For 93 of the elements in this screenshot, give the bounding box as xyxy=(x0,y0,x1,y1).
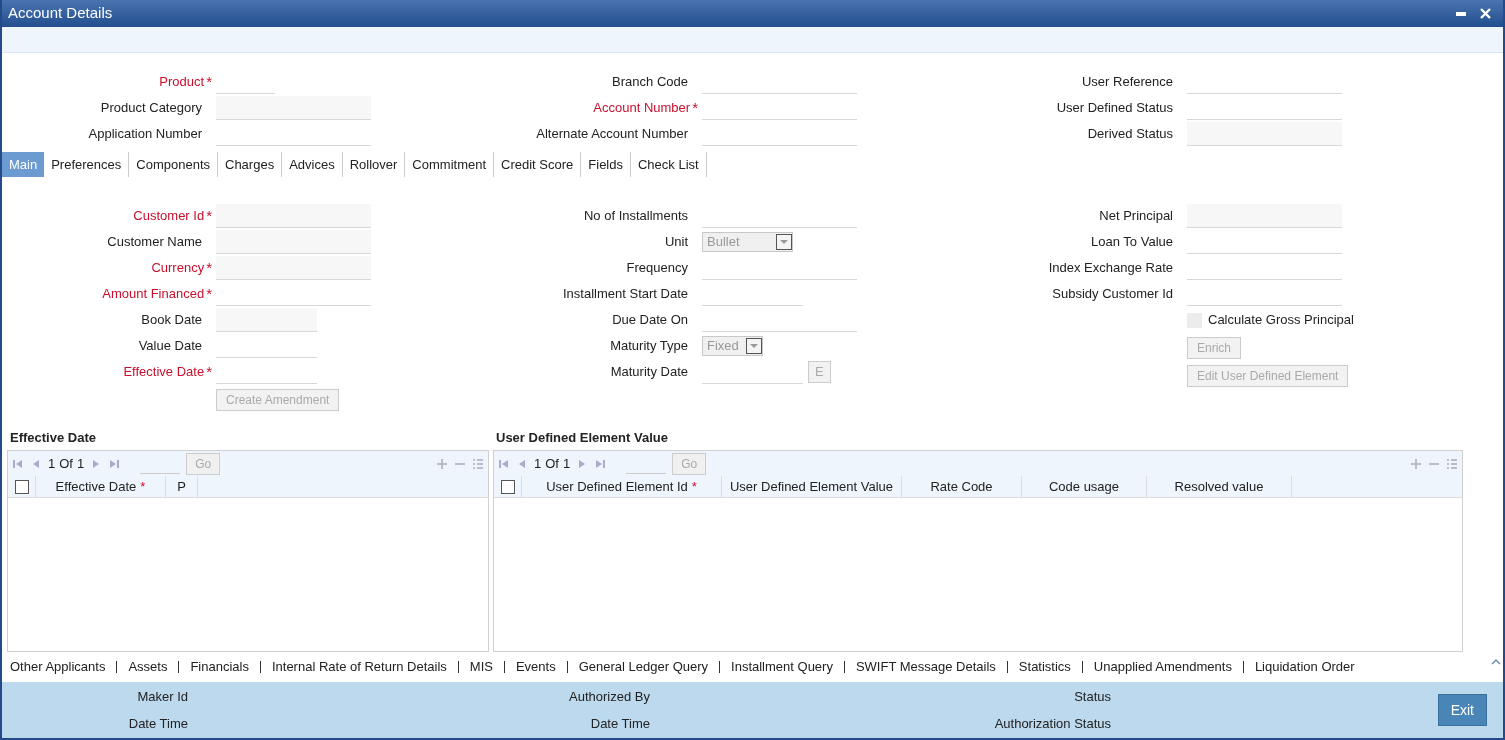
plus-icon[interactable] xyxy=(436,457,448,470)
field-label: Customer Id xyxy=(133,207,205,226)
column-header: Resolved value xyxy=(1174,477,1264,496)
first-page-icon[interactable] xyxy=(498,457,510,470)
column-header: User Defined Element Id xyxy=(546,477,688,496)
field-label: Unit xyxy=(664,233,688,252)
field-label: Book Date xyxy=(141,311,202,330)
page-total: 1 xyxy=(76,454,85,473)
footer-link[interactable]: Internal Rate of Return Details xyxy=(259,661,458,673)
window-title: Account Details xyxy=(8,3,113,24)
last-page-icon[interactable] xyxy=(108,457,121,470)
field-label: Product Category xyxy=(100,99,202,118)
footer-link[interactable]: Assets xyxy=(116,661,179,673)
field-label: Amount Financed xyxy=(102,285,205,304)
column-header: Effective Date xyxy=(55,477,137,496)
required-asterisk: * xyxy=(140,477,146,496)
field-label: Currency xyxy=(151,259,205,278)
page-number: 1 xyxy=(48,454,56,473)
field-label: Maturity Date xyxy=(610,363,688,382)
field-label: Due Date On xyxy=(612,311,688,330)
audit-label: Authorized By xyxy=(569,688,650,706)
audit-label: Date Time xyxy=(128,714,188,733)
field-label: Value Date xyxy=(138,337,202,356)
field-label: Product xyxy=(159,73,205,92)
footer-link[interactable]: Financials xyxy=(178,661,260,673)
required-asterisk: * xyxy=(206,286,212,302)
audit-label: Status xyxy=(1074,688,1111,706)
plus-icon[interactable] xyxy=(1410,457,1422,470)
footer-link[interactable]: Unapplied Amendments xyxy=(1081,661,1243,673)
input-field[interactable] xyxy=(216,308,317,332)
footer-link[interactable]: General Ledger Query xyxy=(566,661,720,673)
field-label: User Reference xyxy=(1081,73,1173,92)
input-field[interactable] xyxy=(1187,122,1342,146)
field-label: User Defined Status xyxy=(1056,99,1173,118)
field-label: Frequency xyxy=(626,259,688,278)
field-label: Application Number xyxy=(88,125,202,144)
field-label: Derived Status xyxy=(1087,125,1173,144)
required-asterisk: * xyxy=(692,100,698,116)
footer-link[interactable]: SWIFT Message Details xyxy=(843,661,1007,673)
checkbox[interactable] xyxy=(14,479,29,494)
list-icon[interactable] xyxy=(1446,457,1458,470)
field-label: Maturity Type xyxy=(610,337,688,356)
footer-link[interactable]: Events xyxy=(503,661,567,673)
exit-button[interactable]: Exit xyxy=(1437,694,1487,726)
field-label: No of Installments xyxy=(583,207,688,226)
pager-text: Of xyxy=(545,454,559,473)
column-header: P xyxy=(177,477,186,496)
input-field[interactable] xyxy=(216,96,371,120)
page-total: 1 xyxy=(562,454,571,473)
first-page-icon[interactable] xyxy=(12,457,24,470)
page-number: 1 xyxy=(534,454,542,473)
required-asterisk: * xyxy=(206,74,212,90)
footer-link[interactable]: MIS xyxy=(457,661,504,673)
footer-link[interactable]: Other Applicants xyxy=(8,661,117,673)
caret-up-icon[interactable] xyxy=(1491,659,1501,665)
required-asterisk: * xyxy=(691,477,697,496)
required-asterisk: * xyxy=(206,208,212,224)
column-header: Code usage xyxy=(1048,477,1120,496)
field-label: Branch Code xyxy=(612,73,688,92)
field-label: Subsidy Customer Id xyxy=(1052,285,1173,304)
field-label: Alternate Account Number xyxy=(536,125,688,144)
field-label: Loan To Value xyxy=(1091,233,1173,252)
field-label: Account Number xyxy=(593,99,691,118)
input-field[interactable] xyxy=(216,230,371,254)
checkbox-label: Calculate Gross Principal xyxy=(1208,311,1354,330)
column-header: User Defined Element Value xyxy=(729,477,894,496)
footer-link[interactable]: Liquidation Order xyxy=(1242,661,1366,673)
section-title: User Defined Element Value xyxy=(495,428,669,447)
pager-text: Of xyxy=(59,454,73,473)
field-label: Effective Date xyxy=(123,363,205,382)
footer-link[interactable]: Statistics xyxy=(1006,661,1082,673)
field-label: Customer Name xyxy=(107,233,202,252)
field-label: Index Exchange Rate xyxy=(1048,259,1173,278)
field-label: Net Principal xyxy=(1099,207,1173,226)
checkbox[interactable] xyxy=(500,479,515,494)
required-asterisk: * xyxy=(206,260,212,276)
audit-label: Authorization Status xyxy=(994,714,1111,733)
caret-down-icon[interactable] xyxy=(746,338,762,354)
input-field[interactable] xyxy=(216,256,371,280)
caret-down-icon[interactable] xyxy=(776,234,792,250)
audit-label: Date Time xyxy=(590,714,650,733)
close-icon[interactable] xyxy=(1480,8,1491,19)
column-header: Rate Code xyxy=(930,477,993,496)
input-field[interactable] xyxy=(216,204,371,228)
minimize-icon[interactable] xyxy=(1456,11,1466,16)
footer-link[interactable]: Installment Query xyxy=(719,661,844,673)
audit-label: Maker Id xyxy=(137,688,188,706)
field-label: Installment Start Date xyxy=(563,285,688,304)
required-asterisk: * xyxy=(206,364,212,380)
list-icon[interactable] xyxy=(472,457,484,470)
last-page-icon[interactable] xyxy=(594,457,607,470)
input-field[interactable] xyxy=(1187,204,1342,228)
section-title: Effective Date xyxy=(9,428,97,447)
